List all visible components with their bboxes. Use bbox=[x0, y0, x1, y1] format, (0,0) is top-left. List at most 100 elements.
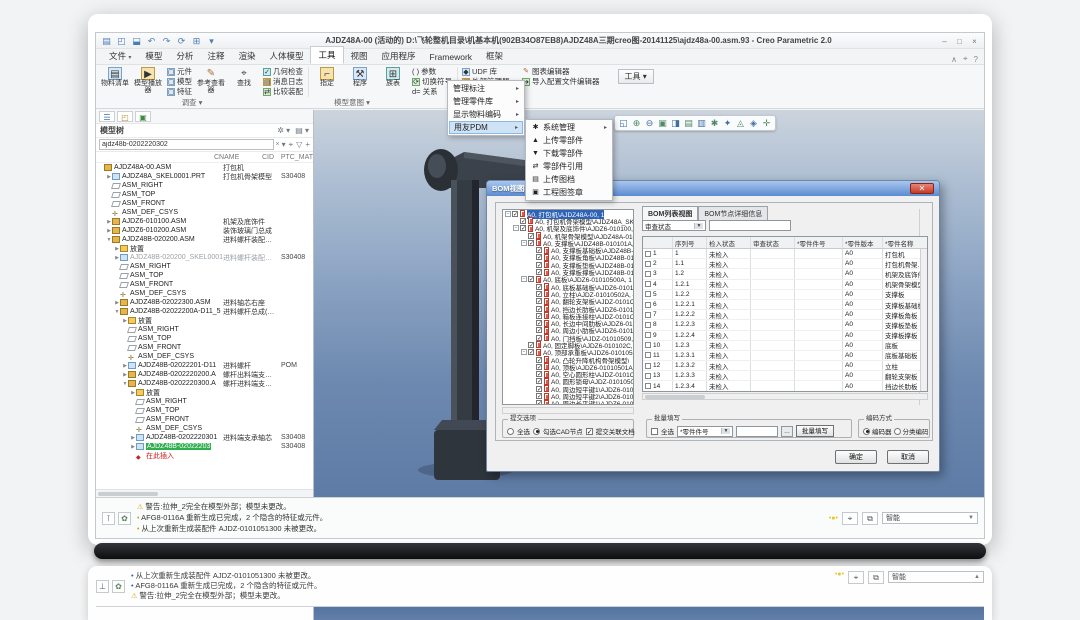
expander-icon[interactable] bbox=[529, 306, 535, 312]
model-tree-row[interactable]: ▼ AJDZ48B-02022200A-D11_5 进料螺杆总成(… bbox=[96, 307, 313, 316]
node-checkbox[interactable] bbox=[536, 378, 542, 384]
message-log-button[interactable]: ▤消息日志 bbox=[262, 77, 304, 86]
tree-settings-icon[interactable]: ✲ ▾ bbox=[277, 126, 290, 135]
display-style-icon[interactable]: ◨ bbox=[669, 117, 682, 129]
model-player-button[interactable]: ▶模型播放器 bbox=[133, 67, 163, 94]
refit-icon[interactable]: ◱ bbox=[617, 117, 630, 129]
model-tree-row[interactable]: ASM_TOP bbox=[96, 271, 313, 280]
row-checkbox[interactable] bbox=[645, 352, 651, 358]
model-tree-row[interactable]: ▼ AJDZ48B-0202220300.A 螺杆进料端支… bbox=[96, 379, 313, 388]
expander-icon[interactable]: − bbox=[505, 211, 511, 217]
tree-horizontal-scrollbar[interactable] bbox=[96, 489, 313, 497]
row-checkbox[interactable] bbox=[645, 261, 651, 267]
model-check-icon[interactable]: ✿ bbox=[118, 512, 131, 525]
node-checkbox[interactable] bbox=[528, 349, 534, 355]
bom-tree-row[interactable]: A0, 周边长平键1\AJDZ6-010 bbox=[503, 400, 633, 405]
expander-icon[interactable] bbox=[521, 342, 527, 348]
expander-icon[interactable] bbox=[529, 378, 535, 384]
model-tree-row[interactable]: ASM_TOP bbox=[96, 334, 313, 343]
node-checkbox[interactable] bbox=[528, 342, 534, 348]
model-tree-row[interactable]: ▶ AJDZ48B-020200_SKEL0001 进料螺杆装配… S30408 bbox=[96, 253, 313, 262]
group-label-investigate[interactable]: 调查 ▾ bbox=[96, 97, 288, 108]
model-tree-row[interactable]: ASM_TOP bbox=[96, 406, 313, 415]
model-tree-row[interactable]: ▼ AJDZ48B-020200.ASM 进料螺杆装配… bbox=[96, 235, 313, 244]
model-tree-row[interactable]: ASM_RIGHT bbox=[96, 181, 313, 190]
batch-fill-button[interactable]: 批量填写 bbox=[796, 425, 834, 437]
minimize-button[interactable]: – bbox=[939, 36, 950, 46]
windows-icon[interactable]: ⊞ bbox=[190, 35, 203, 47]
open-file-icon[interactable]: ◰ bbox=[115, 35, 128, 47]
node-checkbox[interactable] bbox=[528, 276, 534, 282]
model-tree-row[interactable]: ASM_FRONT bbox=[96, 280, 313, 289]
menu-item-download-part[interactable]: ▼ 下载零部件 bbox=[527, 147, 611, 160]
expander-icon[interactable] bbox=[529, 327, 535, 333]
expander-icon[interactable] bbox=[529, 262, 535, 268]
program-button[interactable]: ⚒程序 bbox=[345, 67, 375, 87]
expander-icon[interactable] bbox=[513, 218, 519, 224]
new-file-icon[interactable]: ▤ bbox=[100, 35, 113, 47]
review-status-combo[interactable]: 审查状态▼ bbox=[642, 220, 706, 231]
selection-filter-combo[interactable]: 智能▼ bbox=[882, 512, 978, 524]
ribbon-tab[interactable]: 视图 bbox=[344, 48, 375, 64]
expander-icon[interactable] bbox=[529, 247, 535, 253]
tree-search-input[interactable] bbox=[99, 139, 274, 150]
assign-button[interactable]: ⌐指定 bbox=[312, 67, 342, 87]
chart-editor-button[interactable]: ✎图表编辑器 bbox=[521, 67, 601, 76]
bom-table-row[interactable]: 4 1.2.1 未检入 A0 机架骨架模型 AJDZ4 bbox=[643, 280, 927, 290]
tab-bom-node-detail[interactable]: BOM节点详细信息 bbox=[698, 206, 768, 221]
node-checkbox[interactable] bbox=[536, 357, 542, 363]
bom-table-row[interactable]: 6 1.2.2.1 未检入 A0 支撑板基础板 AJDZ4 bbox=[643, 300, 927, 310]
model-tree-row[interactable]: ASM_RIGHT bbox=[96, 397, 313, 406]
tools-menu-item[interactable]: 管理零件库 ▸ bbox=[449, 95, 523, 108]
expander-icon[interactable] bbox=[529, 291, 535, 297]
node-checkbox[interactable] bbox=[512, 211, 518, 217]
bom-table-row[interactable]: 7 1.2.2.2 未检入 A0 支撑板角板 AJDZ4 bbox=[643, 310, 927, 320]
menu-item-upload-part[interactable]: ▲ 上传零部件 bbox=[527, 134, 611, 147]
bom-table-row[interactable]: 9 1.2.2.4 未检入 A0 支撑板撑板 AJDZ4 bbox=[643, 331, 927, 341]
feature-requirements-icon[interactable]: ⊺ bbox=[102, 512, 115, 525]
model-tree-row[interactable]: 在此插入 bbox=[96, 451, 313, 460]
model-tree-row[interactable]: ▶ 放置 bbox=[96, 388, 313, 397]
collapse-ribbon-icon[interactable]: ∧ bbox=[951, 55, 957, 64]
expander-icon[interactable] bbox=[529, 364, 535, 370]
bom-table-row[interactable]: 8 1.2.2.3 未检入 A0 支撑板垫板 AJDZ4 bbox=[643, 320, 927, 330]
node-checkbox[interactable] bbox=[536, 393, 542, 399]
expander-icon[interactable] bbox=[529, 371, 535, 377]
import-profile-editor-button[interactable]: ➔导入配置文件编辑器 bbox=[521, 77, 601, 86]
node-checkbox[interactable] bbox=[528, 233, 534, 239]
expander-icon[interactable] bbox=[521, 233, 527, 239]
row-checkbox[interactable] bbox=[645, 342, 651, 348]
expander-icon[interactable] bbox=[529, 298, 535, 304]
feature-button[interactable]: ▢特征 bbox=[166, 87, 193, 96]
ribbon-tab[interactable]: 模型 bbox=[138, 48, 169, 64]
node-checkbox[interactable] bbox=[536, 320, 542, 326]
spin-center-icon[interactable]: ✛ bbox=[760, 117, 773, 129]
node-checkbox[interactable] bbox=[536, 364, 542, 370]
model-tree-row[interactable]: ▶ AJDZ48B-0202220301 进料端支承轴芯 S30408 bbox=[96, 433, 313, 442]
perspective-icon[interactable]: ◈ bbox=[747, 117, 760, 129]
row-checkbox[interactable] bbox=[645, 281, 651, 287]
tools-dropdown-button[interactable]: 工具 ▾ bbox=[618, 69, 654, 84]
bom-table-row[interactable]: 14 1.2.3.4 未检入 A0 挡边长肋板 AJDZ6- bbox=[643, 381, 927, 391]
model-tree-row[interactable]: ASM_FRONT bbox=[96, 415, 313, 424]
bom-button[interactable]: ▤物料清单 bbox=[100, 67, 130, 87]
row-checkbox[interactable] bbox=[645, 322, 651, 328]
command-search-icon[interactable]: ⌖ bbox=[963, 54, 968, 64]
row-checkbox[interactable] bbox=[645, 271, 651, 277]
datum-display-icon[interactable]: ✱ bbox=[708, 117, 721, 129]
node-checkbox[interactable] bbox=[536, 371, 542, 377]
menu-item-part-reference[interactable]: ⇄ 零部件引用 bbox=[527, 160, 611, 173]
node-checkbox[interactable] bbox=[536, 298, 542, 304]
row-checkbox[interactable] bbox=[645, 332, 651, 338]
tools-menu-item[interactable]: 用友PDM ▸ bbox=[449, 121, 523, 134]
submit-related-docs-checkbox[interactable] bbox=[586, 428, 593, 435]
menu-item-system-admin[interactable]: ✱ 系统管理 ▸ bbox=[527, 121, 611, 134]
row-checkbox[interactable] bbox=[645, 302, 651, 308]
model-button[interactable]: ▢模型 bbox=[166, 77, 193, 86]
expander-icon[interactable] bbox=[529, 386, 535, 392]
expander-icon[interactable] bbox=[529, 320, 535, 326]
node-checkbox[interactable] bbox=[536, 335, 542, 341]
bom-table-row[interactable]: 5 1.2.2 未检入 A0 支撑板 AJDZ4 bbox=[643, 290, 927, 300]
ribbon-tab[interactable]: 框架 bbox=[479, 48, 510, 64]
expander-icon[interactable] bbox=[529, 400, 535, 405]
